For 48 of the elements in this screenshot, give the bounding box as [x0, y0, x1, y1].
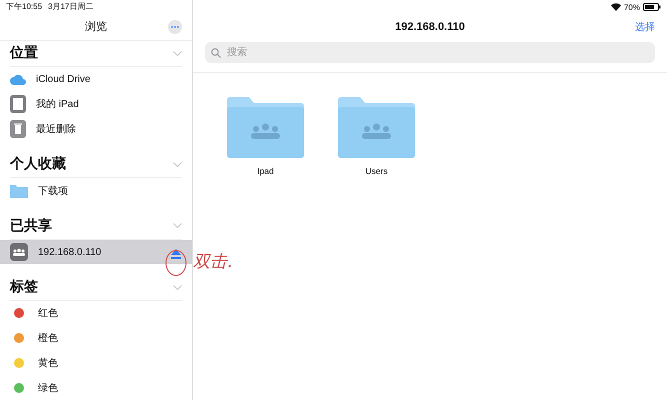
chevron-icon[interactable]	[173, 284, 182, 290]
search-field[interactable]: 搜索	[205, 42, 655, 63]
status-date: 3月17日周二	[48, 1, 94, 12]
section-heading: 标签	[10, 278, 38, 296]
shared-folder-icon[interactable]	[338, 97, 415, 158]
item-label: 红色	[38, 307, 58, 320]
wifi-icon	[610, 3, 621, 11]
sidebar-item[interactable]: 黄色	[0, 350, 192, 376]
item-label: 最近删除	[36, 122, 76, 136]
chevron-icon[interactable]	[173, 162, 182, 167]
item-label: 下载项	[38, 184, 68, 198]
sidebar-item[interactable]: 192.168.0.110	[0, 240, 192, 264]
battery-percent: 70%	[624, 2, 640, 12]
sidebar-title: 浏览	[85, 20, 107, 34]
folder-name: Ipad	[257, 166, 274, 176]
status-time: 下午10:55	[6, 1, 42, 12]
folder-name: Users	[365, 166, 388, 176]
sidebar-item[interactable]: 橙色	[0, 326, 192, 351]
ellipsis-icon	[171, 26, 179, 28]
sidebar-item[interactable]: 最近删除	[0, 116, 192, 142]
trash-icon	[10, 120, 26, 138]
section-heading: 已共享	[10, 216, 52, 235]
item-label: 橙色	[38, 332, 58, 346]
sidebar-item[interactable]: iCloud Drive	[0, 67, 192, 92]
cloud-icon	[10, 74, 26, 85]
item-label: 192.168.0.110	[38, 246, 102, 258]
item-label: 我的 iPad	[36, 98, 79, 112]
select-link[interactable]: 选择	[635, 20, 655, 34]
sidebar-item[interactable]: 红色	[0, 301, 192, 326]
annotation-circle	[164, 249, 188, 277]
item-label: 绿色	[38, 382, 58, 395]
chevron-icon[interactable]	[173, 50, 182, 56]
folder-icon	[10, 184, 28, 198]
shared-folder-icon[interactable]	[227, 97, 304, 158]
sidebar-item[interactable]: 绿色	[0, 375, 192, 400]
sidebar-item[interactable]: 下载项	[0, 178, 192, 203]
section-heading: 个人收藏	[10, 155, 66, 174]
chevron-icon[interactable]	[173, 223, 182, 228]
more-button[interactable]	[168, 20, 182, 34]
folder-title: 192.168.0.110	[395, 21, 465, 33]
section-heading: 位置	[10, 44, 38, 62]
sidebar-item[interactable]: 我的 iPad	[0, 92, 192, 117]
people-icon	[10, 243, 28, 262]
tablet-icon	[10, 95, 26, 114]
item-label: 黄色	[38, 356, 58, 370]
item-label: iCloud Drive	[36, 74, 90, 86]
handwritten-note: 双击.	[193, 251, 232, 273]
battery-icon	[643, 3, 661, 11]
